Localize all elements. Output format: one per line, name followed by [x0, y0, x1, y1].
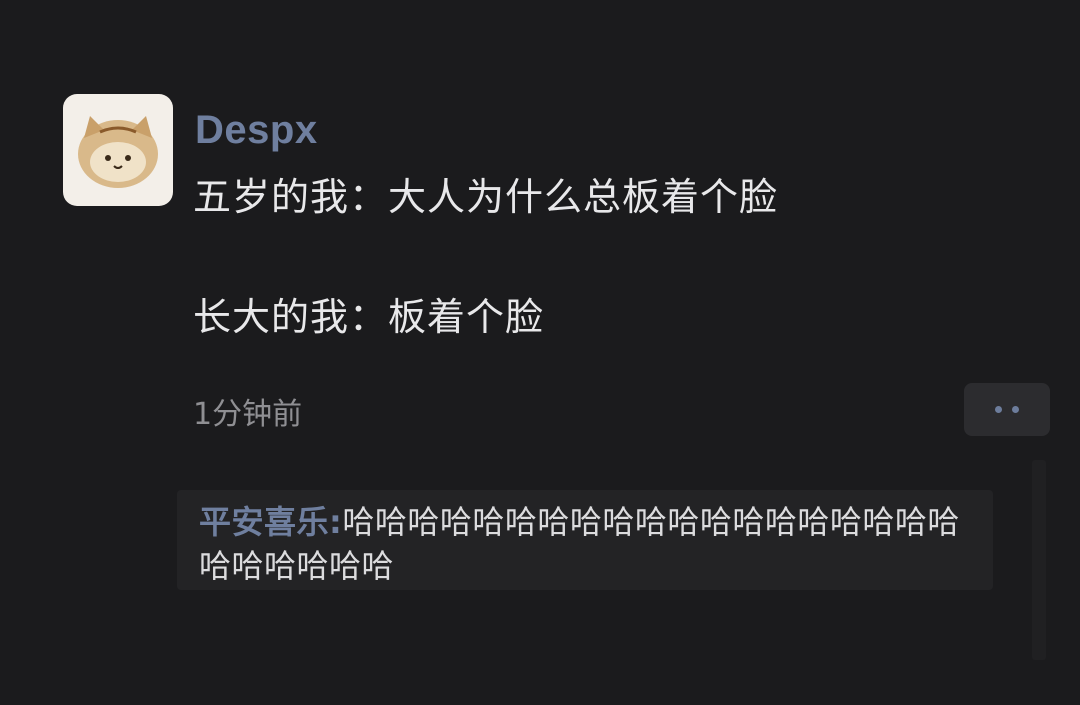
more-dots-icon: [1012, 406, 1019, 413]
more-dots-icon: [995, 406, 1002, 413]
scrollbar[interactable]: [1032, 460, 1046, 660]
comment-item[interactable]: 平安喜乐:哈哈哈哈哈哈哈哈哈哈哈哈哈哈哈哈哈哈哈哈哈哈哈哈哈: [177, 490, 993, 590]
username[interactable]: Despx: [195, 108, 318, 153]
post-timestamp: 1分钟前: [193, 397, 303, 432]
avatar[interactable]: [63, 94, 173, 206]
comment-separator: :: [329, 503, 343, 541]
post-text-line-1: 五岁的我：大人为什么总板着个脸: [193, 175, 779, 219]
post-text-line-2: 长大的我：板着个脸: [193, 295, 545, 339]
comment-author[interactable]: 平安喜乐: [199, 503, 329, 541]
more-button[interactable]: [964, 383, 1050, 436]
post-screen: Despx 五岁的我：大人为什么总板着个脸 长大的我：板着个脸 1分钟前 平安喜…: [0, 0, 1080, 705]
cat-bread-avatar-icon: [78, 116, 158, 188]
